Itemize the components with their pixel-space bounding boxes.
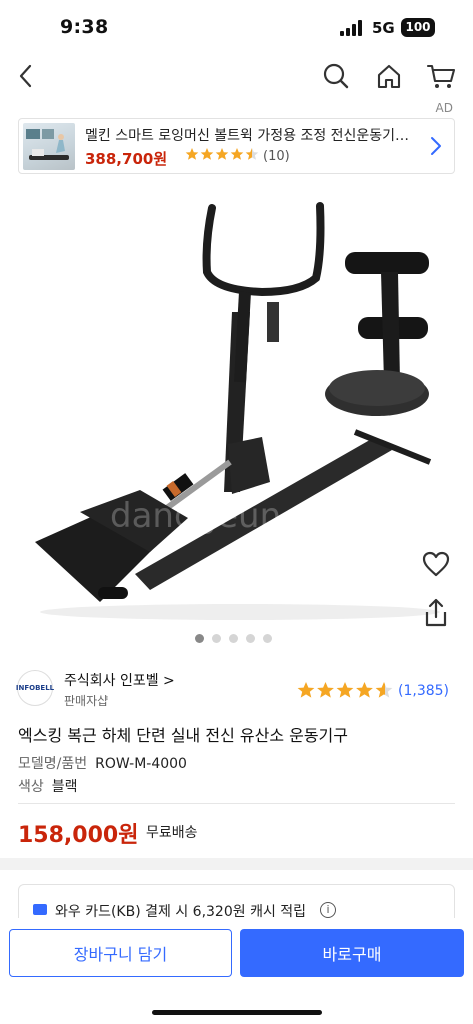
share-icon[interactable] (421, 597, 451, 629)
divider (18, 803, 455, 804)
product-image[interactable]: danggeun (0, 182, 473, 632)
ad-price: 388,700원 (85, 150, 168, 168)
cart-icon[interactable] (423, 58, 459, 94)
review-count-link[interactable]: (1,385) (398, 683, 449, 699)
product-price: 158,000원 (18, 823, 139, 848)
pagination-dot[interactable] (246, 634, 255, 643)
spec-key: 색상 (18, 779, 44, 795)
cellular-signal-icon (340, 20, 362, 36)
seller-name-link[interactable]: 주식회사 인포벨 > (64, 670, 175, 690)
pagination-dot[interactable] (195, 634, 204, 643)
search-icon[interactable] (318, 58, 354, 94)
spec-key: 모델명/품번 (18, 756, 88, 772)
credit-card-icon (33, 904, 47, 915)
spec-value: 블랙 (51, 779, 78, 795)
heart-icon[interactable] (420, 548, 452, 580)
ad-label: AD (435, 101, 453, 115)
product-title: 엑스킹 복근 하체 단련 실내 전신 유산소 운동기구 (18, 726, 349, 745)
pagination-dot[interactable] (229, 634, 238, 643)
seller-logo[interactable]: INFOBELL (16, 670, 54, 706)
spec-row-color: 색상 블랙 (18, 776, 78, 796)
section-divider (0, 858, 473, 870)
spec-value: ROW-M-4000 (95, 756, 187, 772)
ad-thumbnail (23, 123, 75, 170)
back-icon[interactable] (8, 58, 44, 94)
shipping-info: 무료배송 (146, 825, 198, 841)
home-indicator[interactable] (152, 1010, 322, 1015)
ad-title: 멜킨 스마트 로잉머신 볼트윅 가정용 조정 전신운동기… (85, 128, 410, 144)
spec-row-model: 모델명/품번 ROW-M-4000 (18, 753, 187, 773)
battery-icon: 100 (401, 18, 435, 37)
buy-now-button[interactable]: 바로구매 (240, 929, 464, 977)
svg-text:danggeun: danggeun (110, 496, 281, 536)
pagination-dot[interactable] (212, 634, 221, 643)
network-type: 5G (372, 19, 395, 37)
seller-subtitle: 판매자샵 (64, 694, 109, 708)
chevron-right-icon (431, 137, 441, 155)
pagination-dot[interactable] (263, 634, 272, 643)
ad-review-count: (10) (263, 149, 290, 164)
status-bar: 9:38 5G 100 (0, 0, 473, 56)
add-to-cart-button[interactable]: 장바구니 담기 (9, 929, 232, 977)
gallery-pagination (195, 634, 272, 643)
top-nav (0, 56, 473, 96)
bottom-action-bar: 장바구니 담기 바로구매 (0, 918, 473, 1024)
status-time: 9:38 (60, 16, 109, 38)
info-icon[interactable]: i (320, 902, 336, 918)
ad-banner[interactable]: 멜킨 스마트 로잉머신 볼트윅 가정용 조정 전신운동기… 388,700원 (… (18, 118, 455, 174)
home-icon[interactable] (371, 58, 407, 94)
ad-rating-stars (185, 147, 259, 162)
product-rating-stars[interactable] (297, 681, 395, 700)
